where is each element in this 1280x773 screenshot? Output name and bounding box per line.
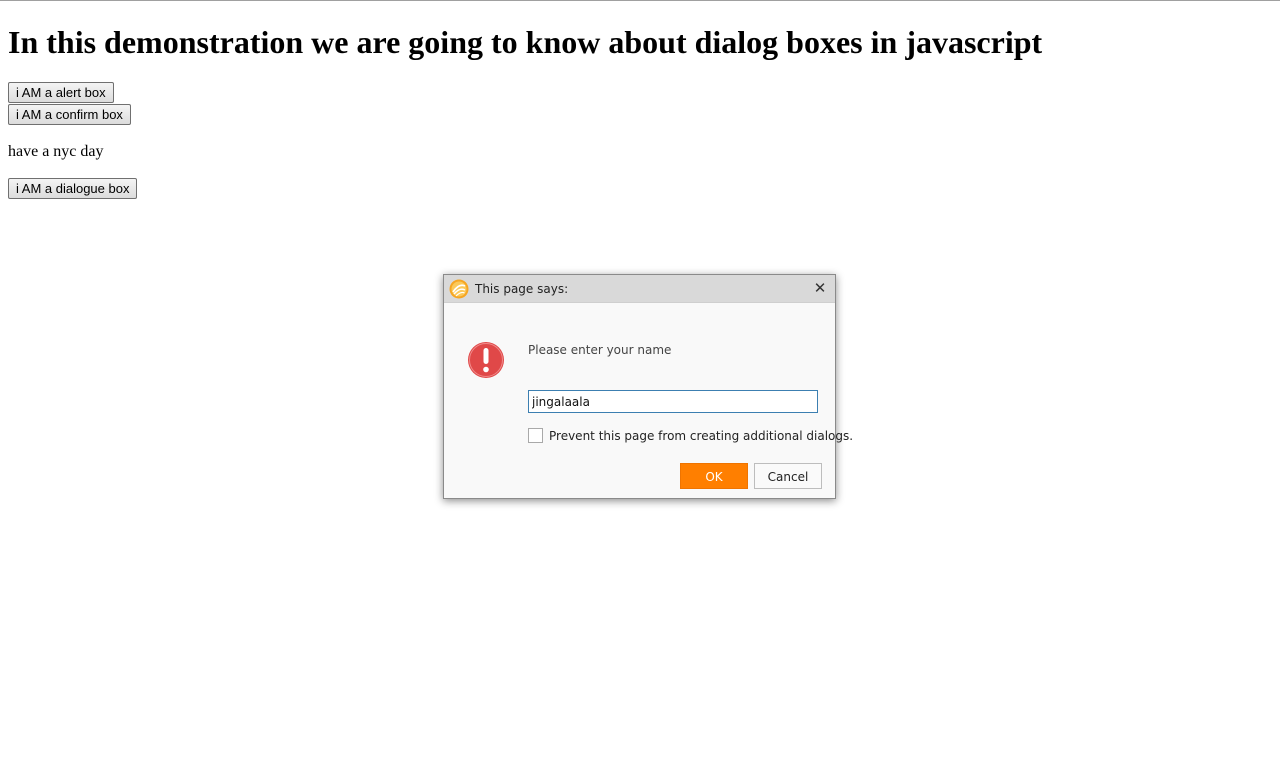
page-title: In this demonstration we are going to kn… xyxy=(8,24,1043,60)
prevent-dialogs-checkbox[interactable] xyxy=(528,428,543,443)
dialog-message: Please enter your name xyxy=(528,343,672,357)
alert-box-button[interactable]: i AM a alert box xyxy=(8,82,114,103)
ok-button[interactable]: OK xyxy=(680,463,748,489)
confirm-box-button[interactable]: i AM a confirm box xyxy=(8,104,131,125)
prompt-dialog: This page says: ✕ Please enter your name… xyxy=(443,274,853,499)
browser-logo-icon xyxy=(449,279,469,299)
name-input[interactable] xyxy=(528,390,818,413)
dialog-title: This page says: xyxy=(475,282,569,296)
dialog-titlebar: This page says: ✕ xyxy=(444,275,835,303)
greeting-text: have a nyc day xyxy=(8,143,104,160)
dialogue-box-button[interactable]: i AM a dialogue box xyxy=(8,178,138,199)
close-icon[interactable]: ✕ xyxy=(811,278,829,298)
prevent-dialogs-label: Prevent this page from creating addition… xyxy=(549,429,854,443)
exclamation-icon xyxy=(468,342,504,378)
cancel-button[interactable]: Cancel xyxy=(754,463,822,489)
